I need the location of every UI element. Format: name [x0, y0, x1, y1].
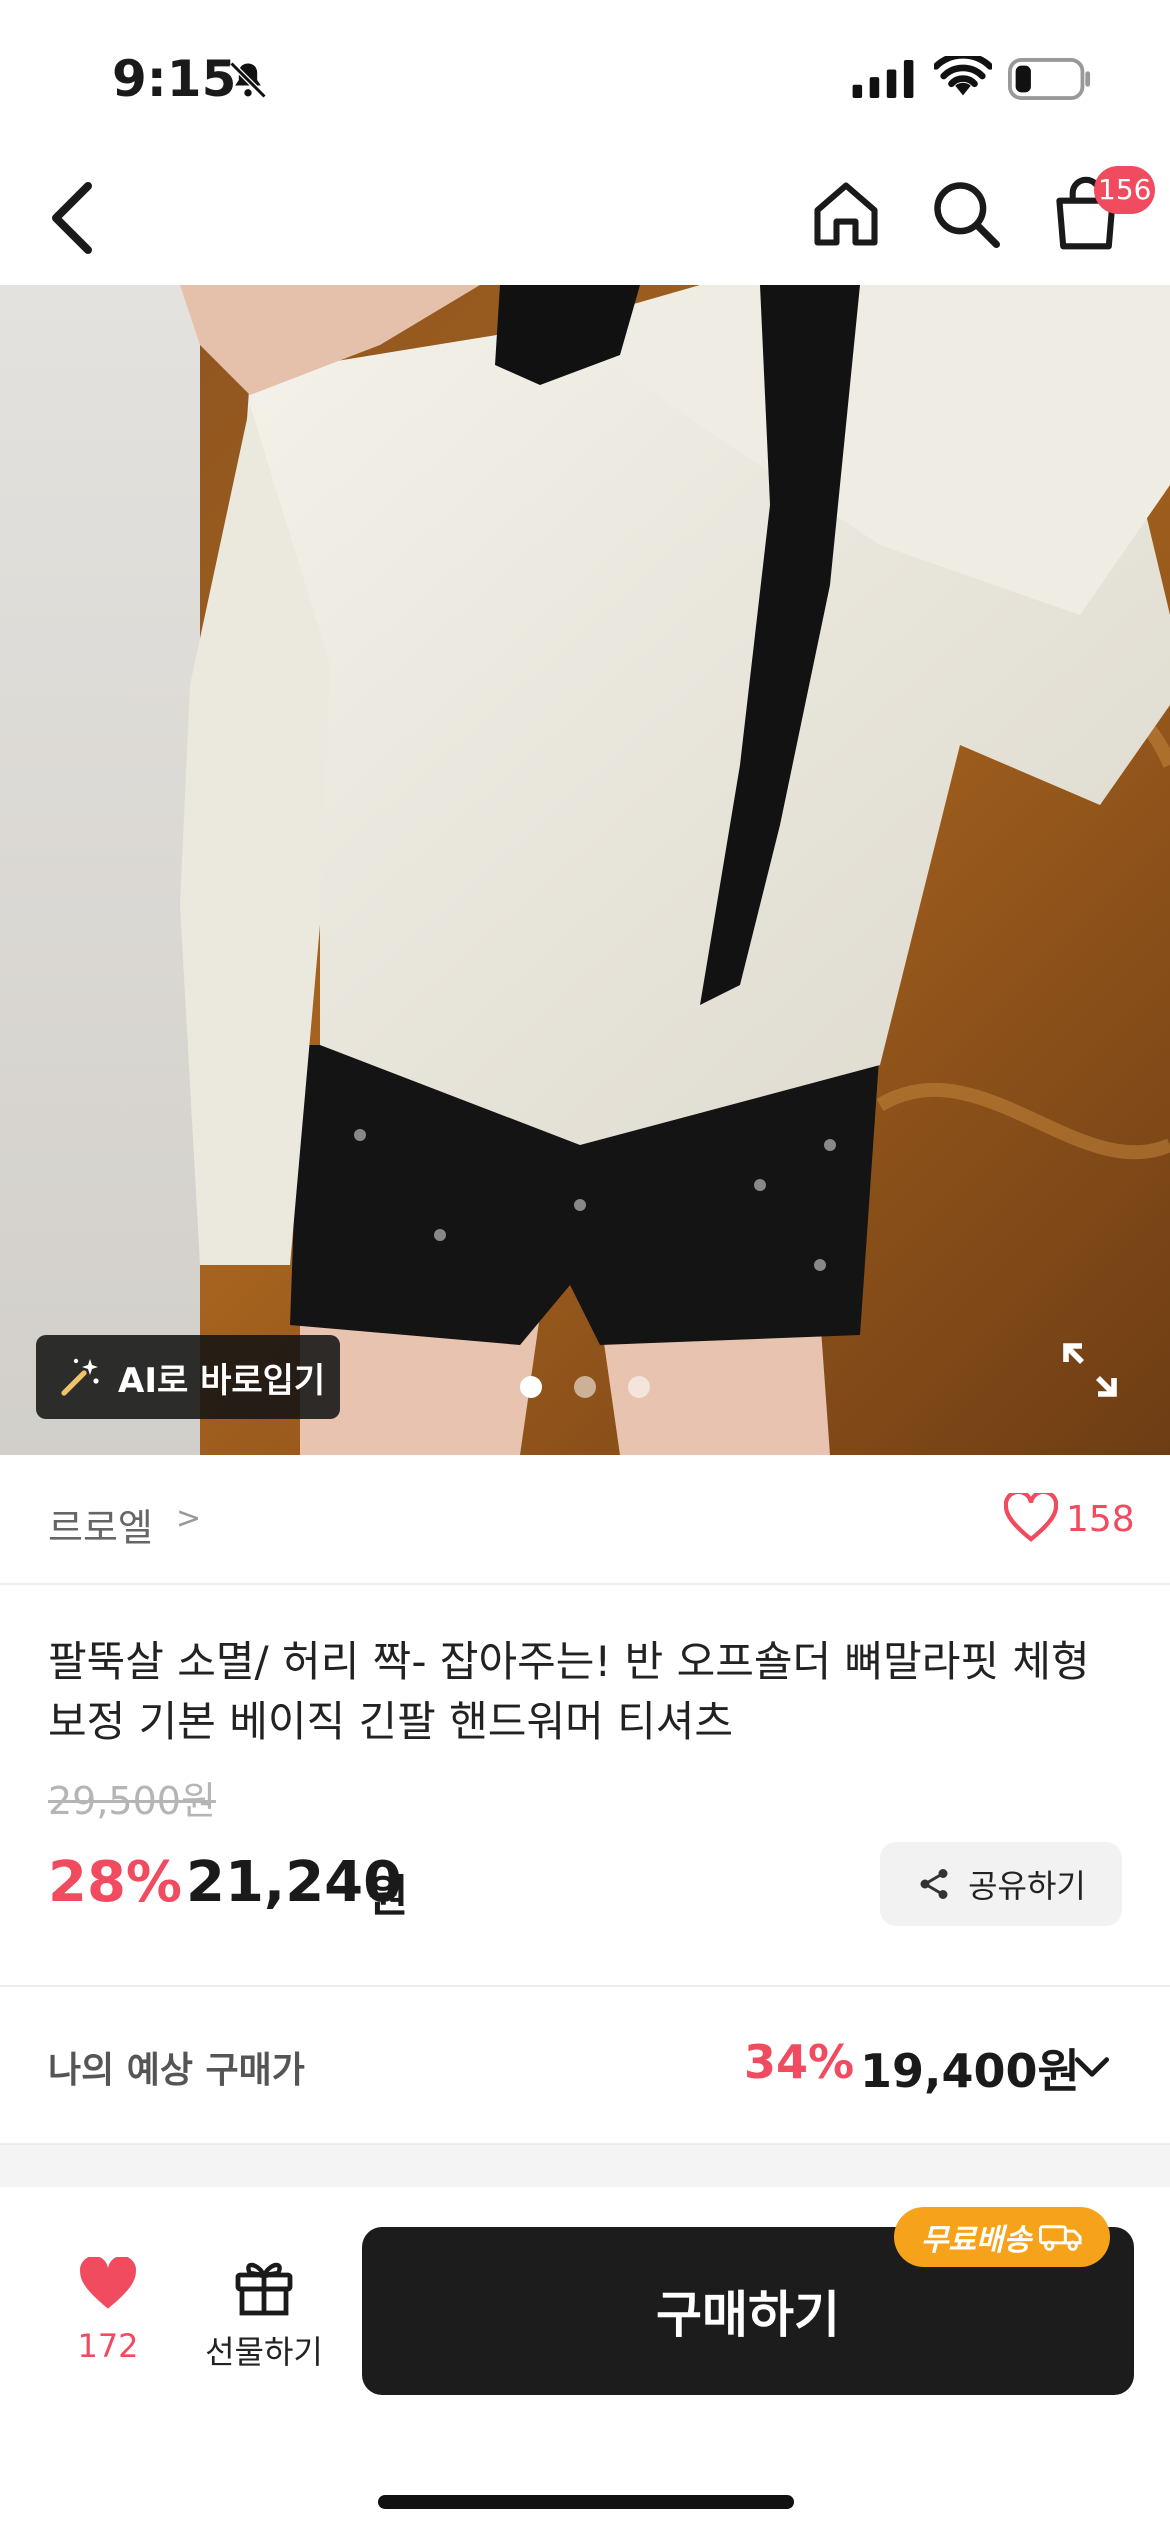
wifi-icon [934, 56, 992, 96]
discount-rate: 28% [48, 1850, 183, 1915]
bell-off-icon [229, 61, 267, 99]
free-shipping-badge: 무료배송 [894, 2207, 1110, 2267]
free-shipping-label: 무료배송 [920, 2223, 1032, 2258]
product-title: 팔뚝살 소멸/ 허리 짝- 잡아주는! 반 오프숄더 뼈말라핏 체형보정 기본 … [48, 1637, 1090, 1746]
share-icon [920, 1869, 948, 1899]
original-price: 29,500원 [48, 1779, 216, 1823]
expected-discount-rate: 34% [744, 2035, 855, 2089]
expected-price-row[interactable]: 나의 예상 구매가 34% 19,400원 [0, 1985, 1170, 2145]
cart-badge: 156 [1094, 166, 1156, 214]
section-divider [0, 2145, 1170, 2187]
signal-icon [852, 60, 914, 98]
bottom-action-bar: 172 선물하기 구매하기 무료배송 [0, 2187, 1170, 2527]
brand-row: 르로엘 > 158 [0, 1455, 1170, 1585]
like-count: 158 [1066, 1499, 1135, 1540]
magic-wand-icon [61, 1358, 99, 1396]
product-image[interactable] [0, 285, 1170, 1455]
truck-icon [1039, 2225, 1082, 2251]
home-icon[interactable] [808, 176, 884, 252]
ai-try-on-label: AI로 바로입기 [118, 1360, 326, 1401]
pagination-dot[interactable] [628, 1376, 650, 1398]
fullscreen-icon[interactable] [1060, 1340, 1120, 1400]
gift-icon[interactable] [232, 2253, 296, 2317]
back-arrow-icon[interactable] [44, 178, 104, 258]
home-indicator [378, 2495, 794, 2509]
product-photo [0, 285, 1170, 1455]
status-time: 9:15 [112, 50, 237, 108]
chevron-down-icon[interactable] [1070, 2045, 1114, 2089]
expected-price-value: 19,400원 [860, 2044, 1080, 2098]
pagination-dot[interactable] [520, 1376, 542, 1398]
wishlist-count: 172 [77, 2327, 139, 2365]
price-unit: 원 [368, 1871, 409, 1922]
heart-filled-icon[interactable] [78, 2257, 138, 2313]
brand-name-link[interactable]: 르로엘 [48, 1497, 153, 1552]
ai-try-on-button[interactable]: AI로 바로입기 [36, 1335, 340, 1419]
top-nav: 156 [0, 150, 1170, 285]
search-icon[interactable] [928, 176, 1004, 252]
share-label: 공유하기 [968, 1867, 1086, 1905]
gift-label[interactable]: 선물하기 [196, 2327, 332, 2373]
heart-outline-icon[interactable] [1004, 1493, 1058, 1543]
share-button[interactable]: 공유하기 [880, 1842, 1122, 1926]
image-pagination [520, 1376, 650, 1398]
pagination-dot[interactable] [574, 1376, 596, 1398]
battery-icon [1008, 58, 1091, 100]
chevron-right-icon: > [176, 1501, 202, 1536]
expected-price-label: 나의 예상 구매가 [48, 2050, 305, 2091]
status-bar: 9:15 [0, 0, 1170, 150]
